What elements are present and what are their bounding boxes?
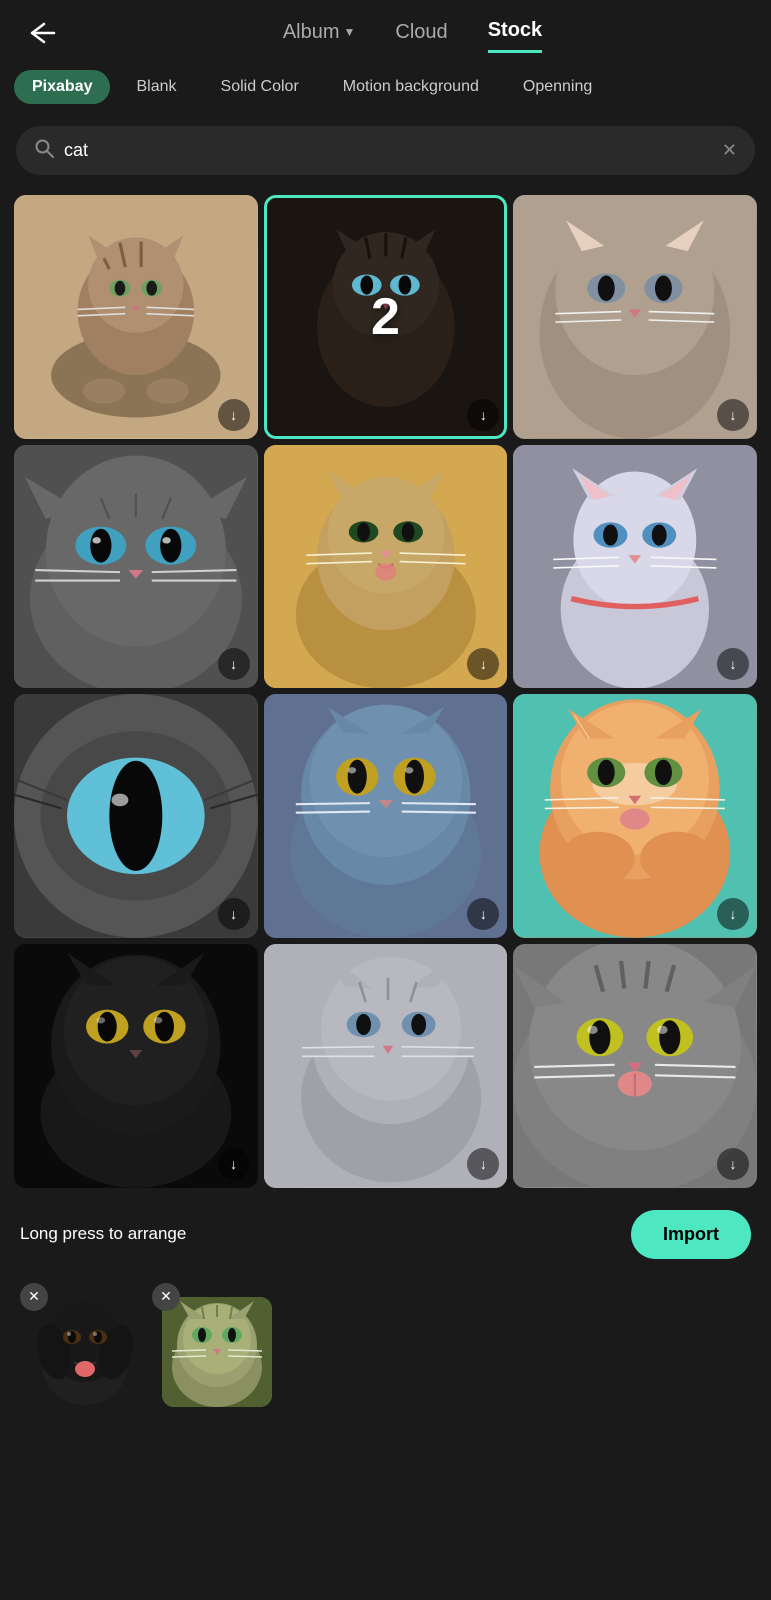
image-cell-9[interactable]: ↓: [513, 694, 757, 938]
thumb-item-2: ✕: [152, 1283, 272, 1403]
download-icon-4: ↓: [230, 656, 237, 672]
download-icon-1: ↓: [230, 407, 237, 423]
image-grid: ↓: [0, 189, 771, 1194]
album-label: Album: [283, 21, 340, 44]
header: Album ▼ Cloud Stock: [0, 0, 771, 54]
download-button-12[interactable]: ↓: [717, 1148, 749, 1180]
download-button-7[interactable]: ↓: [218, 898, 250, 930]
image-cell-6[interactable]: ↓: [513, 445, 757, 689]
cat-tab-openning[interactable]: Openning: [505, 70, 610, 104]
image-cell-11[interactable]: ↓: [264, 944, 508, 1188]
stock-label: Stock: [488, 19, 542, 42]
thumb-remove-1[interactable]: ✕: [20, 1283, 48, 1311]
download-button-3[interactable]: ↓: [717, 399, 749, 431]
download-icon-3: ↓: [730, 407, 737, 423]
image-cell-1[interactable]: ↓: [14, 195, 258, 439]
download-icon-10: ↓: [230, 1156, 237, 1172]
download-button-10[interactable]: ↓: [218, 1148, 250, 1180]
cloud-label: Cloud: [395, 21, 447, 44]
download-icon-8: ↓: [480, 906, 487, 922]
nav-stock[interactable]: Stock: [488, 19, 542, 53]
download-button-9[interactable]: ↓: [717, 898, 749, 930]
cat-tab-motion-background[interactable]: Motion background: [325, 70, 497, 104]
download-button-4[interactable]: ↓: [218, 648, 250, 680]
download-button-1[interactable]: ↓: [218, 399, 250, 431]
download-icon-11: ↓: [480, 1156, 487, 1172]
download-button-11[interactable]: ↓: [467, 1148, 499, 1180]
nav-cloud[interactable]: Cloud: [395, 19, 447, 53]
image-cell-2[interactable]: 2 ↓: [264, 195, 508, 439]
search-clear-button[interactable]: ✕: [722, 140, 737, 161]
image-cell-4[interactable]: ↓: [14, 445, 258, 689]
cat-tab-solid-color[interactable]: Solid Color: [203, 70, 317, 104]
search-bar: ✕: [16, 126, 755, 175]
search-input[interactable]: [64, 140, 712, 161]
download-icon-5: ↓: [480, 656, 487, 672]
image-number-2: 2: [371, 287, 400, 347]
thumb-item-1: ✕: [20, 1283, 140, 1403]
download-icon-12: ↓: [730, 1156, 737, 1172]
image-cell-12[interactable]: ↓: [513, 944, 757, 1188]
long-press-label: Long press to arrange: [20, 1224, 186, 1244]
nav-album[interactable]: Album ▼: [283, 19, 356, 53]
download-icon-6: ↓: [730, 656, 737, 672]
download-icon-7: ↓: [230, 906, 237, 922]
cat-tab-pixabay[interactable]: Pixabay: [14, 70, 110, 104]
image-cell-7[interactable]: ↓: [14, 694, 258, 938]
search-icon: [34, 138, 54, 163]
image-cell-5[interactable]: ↓: [264, 445, 508, 689]
import-button[interactable]: Import: [631, 1210, 751, 1259]
download-icon-2: ↓: [480, 407, 487, 423]
cat-tab-blank[interactable]: Blank: [118, 70, 194, 104]
bottom-bar: Long press to arrange Import: [0, 1194, 771, 1275]
back-button[interactable]: [20, 18, 64, 54]
category-tabs: Pixabay Blank Solid Color Motion backgro…: [0, 54, 771, 112]
image-cell-3[interactable]: ↓: [513, 195, 757, 439]
album-dropdown-arrow: ▼: [344, 25, 356, 39]
image-cell-8[interactable]: ↓: [264, 694, 508, 938]
selected-row: ✕: [0, 1275, 771, 1423]
nav-tabs: Album ▼ Cloud Stock: [74, 19, 751, 53]
thumb-remove-2[interactable]: ✕: [152, 1283, 180, 1311]
image-cell-10[interactable]: ↓: [14, 944, 258, 1188]
download-icon-9: ↓: [730, 906, 737, 922]
download-button-2[interactable]: ↓: [467, 399, 499, 431]
